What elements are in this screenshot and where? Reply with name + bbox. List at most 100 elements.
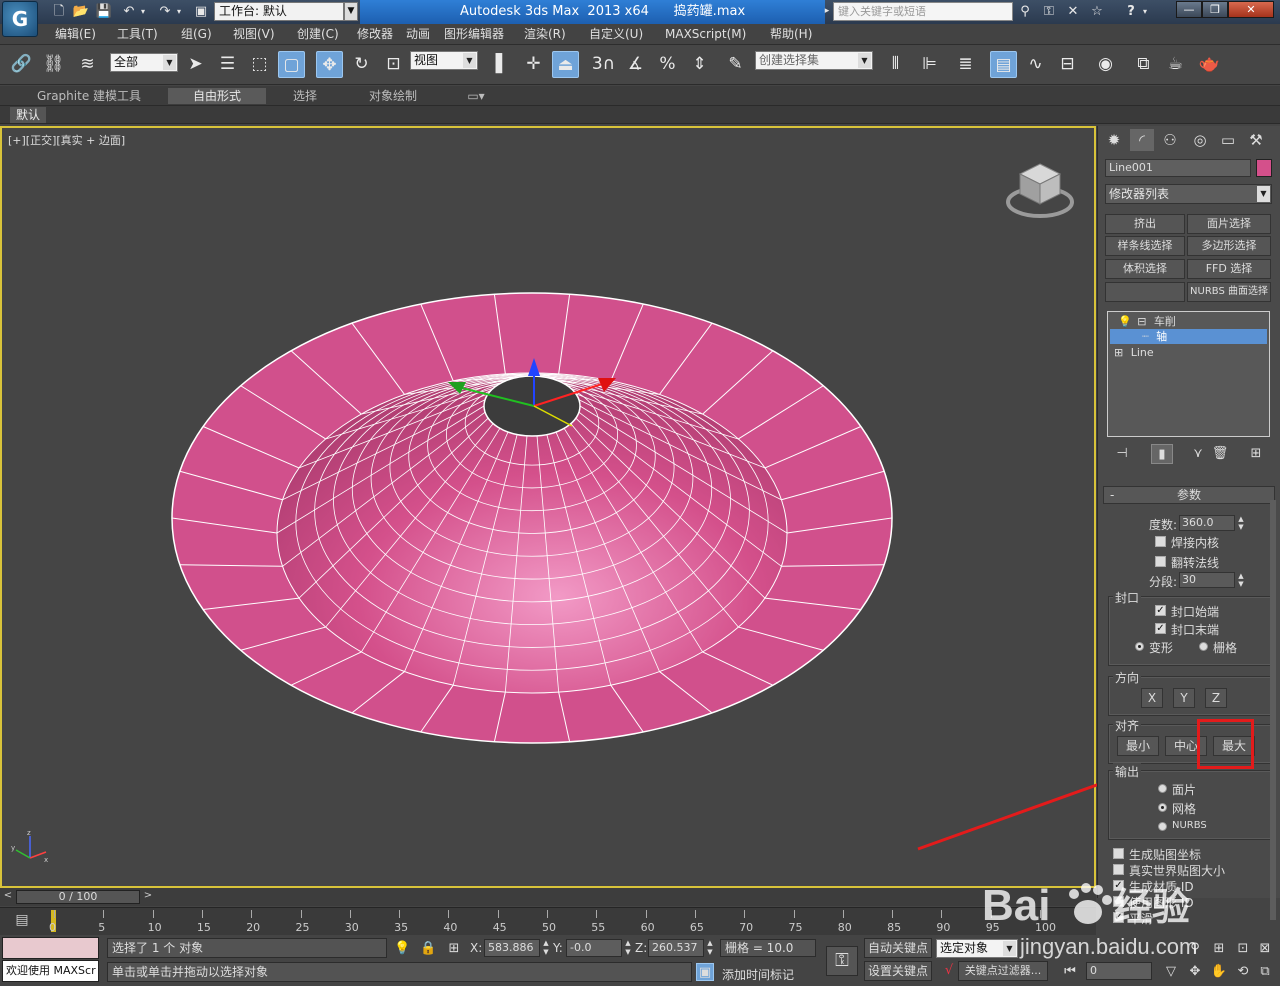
unlink-icon[interactable]: ⛓ <box>40 51 67 78</box>
layer-manager-icon[interactable]: ≣ <box>952 51 979 78</box>
lightbulb-icon[interactable]: 💡 <box>1118 315 1132 328</box>
key-filter-curve-icon[interactable]: √ <box>940 962 958 980</box>
x-coord-field[interactable]: 583.886 <box>484 939 540 957</box>
help-icon[interactable]: ? <box>1122 3 1140 20</box>
edit-named-selection-icon[interactable]: ✎ <box>722 51 749 78</box>
window-crossing-icon[interactable]: ▢ <box>278 51 305 78</box>
degrees-field[interactable]: 360.0 <box>1179 515 1235 531</box>
align-icon[interactable]: ⊫ <box>916 51 943 78</box>
select-and-link-icon[interactable]: 🔗 <box>8 51 35 78</box>
stack-item-lathe[interactable]: 💡 ⊟ 车削 <box>1110 314 1267 329</box>
menu-maxscript[interactable]: MAXScript(M) <box>665 26 746 43</box>
percent-snap-icon[interactable]: % <box>654 51 681 78</box>
time-slider[interactable]: < 0 / 100 > <box>0 888 1096 906</box>
menu-group[interactable]: 组(G) <box>181 26 212 43</box>
project-folder-icon[interactable]: ▣ <box>192 3 210 20</box>
stack-item-axis[interactable]: ┈ 轴 <box>1110 329 1267 344</box>
add-time-tag-label[interactable]: 添加时间标记 <box>722 966 794 983</box>
set-key-button[interactable]: 设置关键点 <box>864 961 932 981</box>
output-patch-radio[interactable] <box>1158 784 1167 793</box>
save-file-icon[interactable]: 💾 <box>95 3 113 20</box>
maxscript-listener-bottom[interactable]: 欢迎使用 MAXScr <box>2 960 99 982</box>
cap-start-checkbox[interactable]: ✓ <box>1155 605 1166 616</box>
key-icon[interactable]: ⚿ <box>1040 3 1058 20</box>
schematic-view-icon[interactable]: ⊟ <box>1054 51 1081 78</box>
curve-editor-icon[interactable]: ∿ <box>1022 51 1049 78</box>
redo-dropdown-icon[interactable]: ▾ <box>174 3 184 20</box>
select-manipulate-icon[interactable]: ✛ <box>520 51 547 78</box>
pivot-center-icon[interactable]: ▐ <box>482 51 509 78</box>
binoculars-icon[interactable]: ⚲ <box>1016 3 1034 20</box>
angle-snap-icon[interactable]: ∡ <box>622 51 649 78</box>
x-spinner-icon[interactable]: ▲ ▼ <box>541 939 551 957</box>
workspace-dropdown-icon[interactable]: ▼ <box>344 2 358 21</box>
show-end-result-icon[interactable]: ▮ <box>1151 444 1173 464</box>
track-bar[interactable]: ▤ 0 5 10 15 20 25 30 35 40 45 50 55 60 65 70 75 80 85 90 95… <box>0 907 1096 935</box>
segments-field[interactable]: 30 <box>1179 572 1235 588</box>
flip-normals-checkbox[interactable] <box>1155 556 1166 567</box>
stack-item-line[interactable]: ⊞ Line <box>1110 345 1267 360</box>
tab-graphite-modeling[interactable]: Graphite 建模工具 <box>30 88 148 104</box>
output-nurbs-radio[interactable] <box>1158 822 1167 831</box>
material-editor-icon[interactable]: ◉ <box>1092 51 1119 78</box>
mirror-icon[interactable]: ⫴ <box>882 51 909 78</box>
open-file-icon[interactable]: 📂 <box>72 3 90 20</box>
mini-curve-editor-icon[interactable]: ▤ <box>10 912 34 932</box>
tab-selection[interactable]: 选择 <box>280 88 330 104</box>
undo-dropdown-icon[interactable]: ▾ <box>138 3 148 20</box>
menu-help[interactable]: 帮助(H) <box>770 26 812 43</box>
help-dropdown-icon[interactable]: ▾ <box>1140 3 1150 20</box>
isolate-selection-icon[interactable]: 💡 <box>394 940 410 958</box>
close-button[interactable]: ✕ <box>1228 1 1274 18</box>
reference-coordinate-dropdown[interactable]: 视图 ▼ <box>410 51 478 70</box>
patch-select-button[interactable]: 面片选择 <box>1187 214 1271 234</box>
viewcube-icon[interactable] <box>1006 158 1074 222</box>
menu-edit[interactable]: 编辑(E) <box>55 26 96 43</box>
nurbs-surface-select-button[interactable]: NURBS 曲面选择 <box>1187 282 1271 302</box>
tab-freeform[interactable]: 自由形式 <box>168 88 266 104</box>
object-name-field[interactable]: Line001 <box>1105 159 1251 177</box>
app-logo-icon[interactable]: G <box>2 1 38 37</box>
collapse-icon[interactable]: ⊟ <box>1137 315 1146 328</box>
ribbon-options-icon[interactable]: ▭▾ <box>462 88 490 104</box>
vol-select-button[interactable]: 体积选择 <box>1105 259 1185 279</box>
select-and-move-icon[interactable]: ✥ <box>316 51 343 78</box>
y-coord-field[interactable]: -0.0 <box>566 939 622 957</box>
extrude-button[interactable]: 挤出 <box>1105 214 1185 234</box>
menu-modifiers[interactable]: 修改器 <box>357 26 393 43</box>
z-coord-field[interactable]: 260.537 <box>648 939 704 957</box>
create-tab-icon[interactable]: ✹ <box>1102 129 1126 151</box>
rectangular-selection-icon[interactable]: ⬚ <box>246 51 273 78</box>
spline-select-button[interactable]: 样条线选择 <box>1105 236 1185 256</box>
snaps-toggle-icon[interactable]: 3∩ <box>590 51 617 78</box>
direction-x-button[interactable]: X <box>1141 688 1163 708</box>
y-spinner-icon[interactable]: ▲ ▼ <box>623 939 633 957</box>
select-and-rotate-icon[interactable]: ↻ <box>348 51 375 78</box>
object-color-swatch[interactable] <box>1256 159 1272 177</box>
z-spinner-icon[interactable]: ▲ ▼ <box>705 939 715 957</box>
next-frame-icon[interactable]: > <box>142 890 154 904</box>
expand-arrow-icon[interactable]: ▸ <box>822 3 832 20</box>
menu-customize[interactable]: 自定义(U) <box>589 26 643 43</box>
command-panel-scrollbar[interactable] <box>1270 500 1276 920</box>
menu-animation[interactable]: 动画 <box>406 26 430 43</box>
graphite-toggle-icon[interactable]: ▤ <box>990 51 1017 78</box>
auto-key-button[interactable]: 自动关键点 <box>864 938 932 958</box>
tab-object-paint[interactable]: 对象绘制 <box>358 88 428 104</box>
favorites-star-icon[interactable]: ☆ <box>1088 3 1106 20</box>
spinner-snap-icon[interactable]: ⇕ <box>686 51 713 78</box>
menu-create[interactable]: 创建(C) <box>297 26 339 43</box>
weld-core-checkbox[interactable] <box>1155 536 1166 547</box>
select-and-scale-icon[interactable]: ⊡ <box>380 51 407 78</box>
modify-tab-icon[interactable]: ◜ <box>1130 129 1154 151</box>
set-key-icon[interactable]: ⚿ <box>826 946 858 976</box>
perspective-viewport[interactable]: [+][正交][真实 + 边面] z y x <box>0 126 1096 888</box>
expand-icon[interactable]: ⊞ <box>1114 346 1123 359</box>
grid-radio[interactable] <box>1199 642 1208 651</box>
ffd-select-button[interactable]: FFD 选择 <box>1187 259 1271 279</box>
direction-y-button[interactable]: Y <box>1173 688 1195 708</box>
menu-graph-editors[interactable]: 图形编辑器 <box>444 26 504 43</box>
new-file-icon[interactable]: 🗋 <box>50 3 68 20</box>
cap-end-checkbox[interactable]: ✓ <box>1155 623 1166 634</box>
tools-icon[interactable]: ✕ <box>1064 3 1082 20</box>
